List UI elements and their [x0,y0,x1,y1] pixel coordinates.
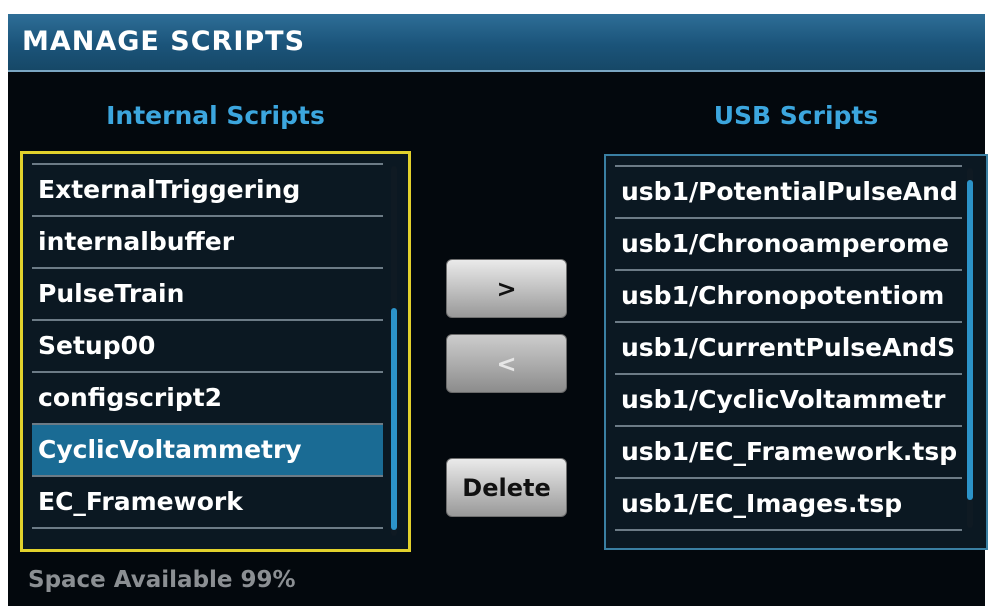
usb-scrollbar[interactable] [967,168,973,528]
copy-to-usb-button[interactable]: > [446,259,567,318]
usb-scripts-list-panel[interactable]: usb1/PotentialPulseAnd usb1/Chronoampero… [604,154,988,550]
usb-scripts-heading: USB Scripts [713,101,879,130]
manage-scripts-screen: MANAGE SCRIPTS Internal Scripts USB Scri… [8,14,988,606]
usb-script-item[interactable]: usb1/Chronopotentiom [615,271,962,323]
space-available-value: 99% [240,567,296,593]
delete-button[interactable]: Delete [446,458,567,517]
internal-scrollbar[interactable] [391,166,397,536]
internal-scrollbar-thumb[interactable] [391,308,397,530]
usb-script-item[interactable]: usb1/EC_Framework.tsp [615,427,962,479]
usb-script-item[interactable]: usb1/CyclicVoltammetr [615,375,962,427]
space-available-label: Space Available [28,567,233,593]
internal-scripts-heading: Internal Scripts [106,101,325,130]
usb-script-item[interactable]: usb1/PotentialPulseAnd [615,167,962,219]
space-available-status: Space Available 99% [28,567,296,593]
internal-scripts-list: ExternalTriggering internalbuffer PulseT… [32,163,383,529]
usb-script-item[interactable]: usb1/CurrentPulseAndS [615,323,962,375]
internal-script-item[interactable]: PulseTrain [32,269,383,321]
usb-scrollbar-thumb[interactable] [967,180,973,500]
internal-script-item[interactable]: EC_Framework [32,477,383,529]
usb-script-item[interactable]: usb1/EC_Images.tsp [615,479,962,531]
internal-script-item[interactable]: ExternalTriggering [32,165,383,217]
internal-script-item[interactable]: internalbuffer [32,217,383,269]
screen-title: MANAGE SCRIPTS [22,26,306,57]
title-bar: MANAGE SCRIPTS [8,14,985,72]
usb-script-item[interactable]: usb1/Chronoamperome [615,219,962,271]
internal-scripts-list-panel[interactable]: ExternalTriggering internalbuffer PulseT… [20,151,411,552]
internal-script-item[interactable]: CyclicVoltammetry [32,425,383,477]
copy-to-internal-button[interactable]: < [446,334,567,393]
internal-script-item[interactable]: configscript2 [32,373,383,425]
internal-script-item[interactable]: Setup00 [32,321,383,373]
usb-scripts-list: usb1/PotentialPulseAnd usb1/Chronoampero… [615,165,962,531]
